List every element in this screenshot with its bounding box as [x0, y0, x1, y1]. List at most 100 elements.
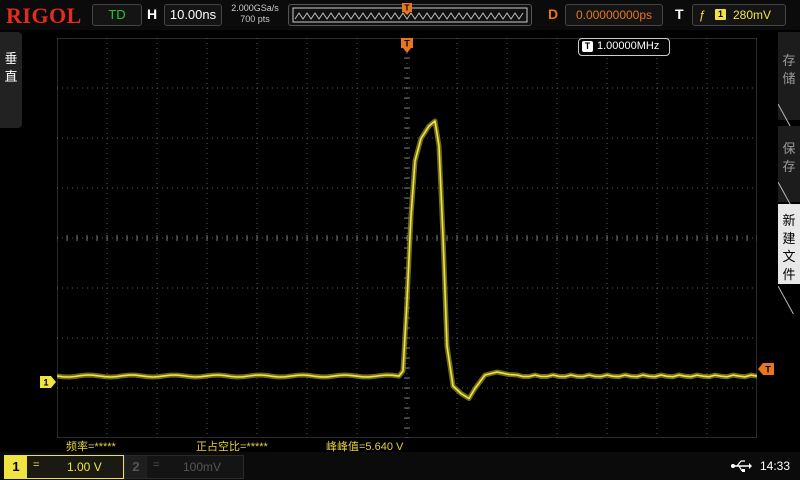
frequency-counter[interactable]: T 1.00000MHz — [578, 38, 670, 56]
grid-dot — [506, 263, 508, 264]
grid-dot — [206, 258, 208, 259]
run-status-badge[interactable]: TD — [92, 4, 142, 26]
grid-dot — [697, 287, 698, 289]
ch1-offset-marker[interactable]: 1 — [40, 376, 56, 388]
grid-dot — [627, 137, 628, 139]
grid-dot — [306, 53, 308, 54]
grid-dot — [157, 387, 158, 389]
grid-dot — [106, 433, 108, 434]
trigger-settings[interactable]: ƒ 1 280mV — [692, 4, 786, 26]
grid-dot — [632, 187, 633, 189]
grid-dot — [357, 387, 358, 389]
grid-dot — [632, 237, 633, 239]
grid-dot — [656, 268, 658, 269]
grid-dot — [556, 158, 558, 159]
grid-dot — [456, 413, 458, 414]
grid-dot — [556, 218, 558, 219]
grid-dot — [106, 48, 108, 49]
grid-dot — [456, 303, 458, 304]
grid-dot — [706, 283, 708, 284]
grid-dot — [237, 187, 238, 189]
grid-dot — [472, 137, 473, 139]
grid-dot — [497, 187, 498, 189]
grid-dot — [656, 278, 658, 279]
grid-dot — [312, 337, 313, 339]
grid-dot — [682, 337, 683, 339]
grid-dot — [556, 318, 558, 319]
grid-dot — [656, 103, 658, 104]
grid-dot — [737, 187, 738, 189]
grid-dot — [512, 87, 513, 89]
grid-dot — [706, 328, 708, 329]
grid-dot — [256, 428, 258, 429]
grid-dot — [456, 278, 458, 279]
grid-dot — [556, 193, 558, 194]
delay-value[interactable]: 0.00000000ps — [565, 4, 663, 26]
grid-dot — [497, 137, 498, 139]
grid-dot — [732, 387, 733, 389]
grid-dot — [406, 363, 408, 364]
memory-overview-bar[interactable]: T — [288, 3, 532, 26]
grid-dot — [706, 393, 708, 394]
grid-dot — [692, 137, 693, 139]
grid-dot — [356, 403, 358, 404]
grid-dot — [607, 137, 608, 139]
grid-dot — [356, 413, 358, 414]
vertical-menu-tab[interactable]: 垂直 — [0, 32, 22, 128]
grid-dot — [412, 337, 413, 339]
grid-dot — [602, 87, 603, 89]
grid-dot — [82, 387, 83, 389]
grid-dot — [606, 253, 608, 254]
grid-dot — [667, 187, 668, 189]
timebase-value[interactable]: 10.00ns — [164, 4, 222, 26]
grid-dot — [632, 387, 633, 389]
ch1-status[interactable]: 1 = 1.00 V — [4, 455, 124, 479]
grid-dot — [556, 278, 558, 279]
grid-dot — [167, 337, 168, 339]
trigger-position-marker[interactable]: T — [400, 38, 414, 54]
grid-dot — [422, 287, 423, 289]
grid-dot — [556, 228, 558, 229]
grid-dot — [656, 413, 658, 414]
grid-dot — [597, 387, 598, 389]
grid-dot — [132, 237, 133, 239]
grid-dot — [506, 53, 508, 54]
grid-dot — [606, 128, 608, 129]
grid-dot — [517, 87, 518, 89]
menu-new-file[interactable]: 新建文件 — [778, 204, 800, 284]
grid-dot — [206, 363, 208, 364]
grid-dot — [397, 187, 398, 189]
grid-dot — [332, 187, 333, 189]
grid-dot — [262, 137, 263, 139]
grid-dot — [506, 383, 508, 384]
grid-dot — [656, 348, 658, 349]
grid-dot — [492, 387, 493, 389]
grid-dot — [556, 213, 558, 214]
grid-dot — [402, 387, 403, 389]
grid-dot — [606, 98, 608, 99]
grid-dot — [692, 237, 693, 239]
grid-dot — [387, 337, 388, 339]
ch2-status[interactable]: 2 = 100mV — [124, 455, 244, 479]
grid-dot — [707, 87, 708, 89]
grid-dot — [456, 228, 458, 229]
grid-dot — [556, 253, 558, 254]
grid-dot — [142, 87, 143, 89]
grid-dot — [577, 87, 578, 89]
grid-dot — [347, 337, 348, 339]
grid-dot — [117, 287, 118, 289]
grid-dot — [327, 287, 328, 289]
waveform-display[interactable] — [57, 38, 757, 438]
grid-dot — [662, 287, 663, 289]
grid-dot — [456, 428, 458, 429]
rising-edge-icon: ƒ — [699, 8, 706, 22]
grid-dot — [656, 108, 658, 109]
trigger-level-marker[interactable]: T — [758, 363, 774, 375]
menu-divider — [778, 286, 794, 314]
grid-dot — [306, 148, 308, 149]
grid-dot — [506, 313, 508, 314]
grid-dot — [506, 183, 508, 184]
grid-dot — [417, 137, 418, 139]
grid-dot — [256, 53, 258, 54]
grid-dot — [62, 237, 63, 239]
